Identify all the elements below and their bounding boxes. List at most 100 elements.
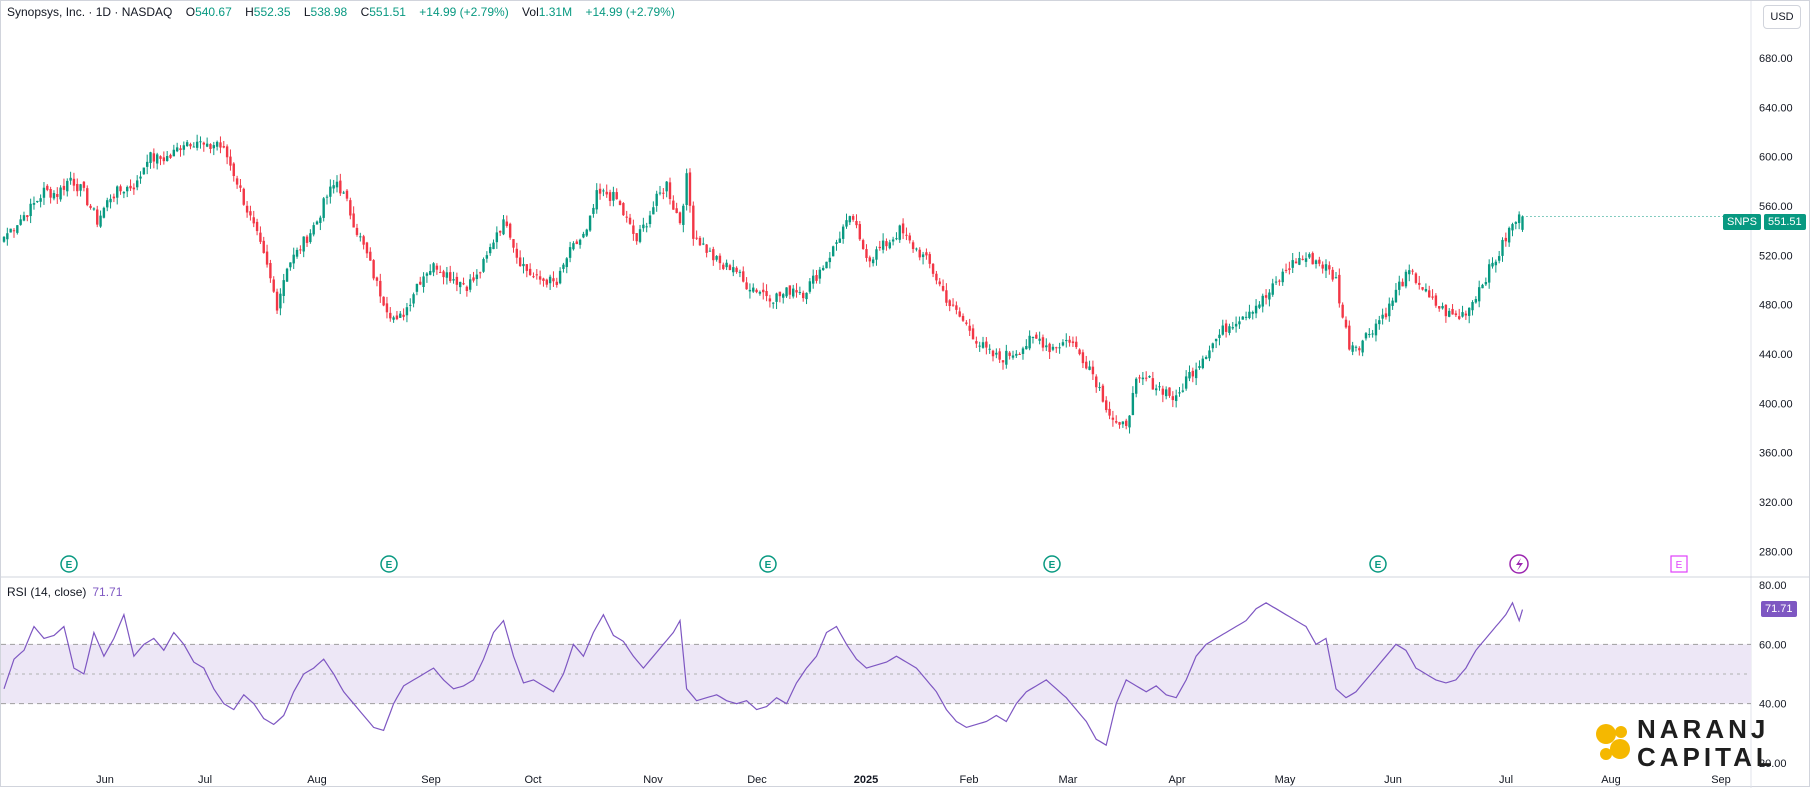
candle-body <box>1511 224 1514 231</box>
candle-body <box>405 307 409 316</box>
candle-body <box>335 181 339 188</box>
candle-body <box>52 193 56 199</box>
candle-body <box>42 187 46 198</box>
candle-body <box>1354 346 1358 348</box>
time-axis-label: Mar <box>1059 774 1078 786</box>
symbol-price-tag: SNPS <box>1723 214 1761 230</box>
candle-body <box>1261 295 1264 307</box>
high-label: H <box>245 5 254 19</box>
candle-body <box>1251 312 1254 314</box>
price-tick-label: 320.00 <box>1759 497 1793 509</box>
candle-body <box>915 248 918 250</box>
naranj-capital-logo: NARANJ CAPITAL <box>1593 715 1793 771</box>
candle-body <box>126 186 129 192</box>
candle-body <box>921 254 925 258</box>
rsi-value-tag: 71.71 <box>1761 601 1797 617</box>
candle-body <box>19 219 22 225</box>
candle-body <box>16 225 19 233</box>
candle-body <box>911 242 915 250</box>
candle-body <box>1161 388 1165 395</box>
candle-body <box>439 272 442 274</box>
candle-body <box>1144 377 1148 379</box>
candle-body <box>1148 376 1151 378</box>
candle-body <box>718 255 722 264</box>
candle-body <box>1135 378 1138 394</box>
candle-body <box>152 153 156 162</box>
candle-body <box>1461 312 1464 317</box>
candle-body <box>991 350 995 357</box>
candle-body <box>602 190 605 192</box>
candle-body <box>395 315 399 320</box>
candle-body <box>1088 366 1091 370</box>
candle-body <box>1005 350 1008 365</box>
candle-body <box>941 285 945 291</box>
candle-body <box>325 196 329 198</box>
candle-body <box>182 145 186 150</box>
candle-body <box>1208 350 1211 359</box>
candle-body <box>818 269 822 279</box>
candle-body <box>1311 253 1314 265</box>
candle-body <box>465 286 469 291</box>
candle-body <box>462 283 465 285</box>
vol-label: Vol <box>522 5 539 19</box>
time-axis-label: Sep <box>1711 774 1731 786</box>
candle-body <box>1025 346 1028 350</box>
candle-body <box>1244 316 1248 318</box>
candle-body <box>175 147 179 152</box>
candle-body <box>1011 355 1015 358</box>
time-axis-label: Aug <box>1601 774 1621 786</box>
candle-body <box>898 225 901 240</box>
candle-body <box>1334 277 1338 279</box>
time-axis-label: Feb <box>960 774 979 786</box>
price-tick-label: 360.00 <box>1759 448 1793 460</box>
candle-body <box>638 229 642 242</box>
earnings-marker-letter: E <box>1375 560 1382 571</box>
candle-body <box>478 272 482 274</box>
candle-body <box>945 290 948 303</box>
candle-body <box>76 183 79 192</box>
candle-body <box>625 216 628 218</box>
price-chart-svg[interactable]: 680.00 640.00 600.00 560.00 520.00 480.00 440.… <box>1 1 1810 788</box>
candle-body <box>772 302 775 304</box>
rsi-legend: RSI (14, close) 71.71 <box>7 585 122 599</box>
price-tick-label: 480.00 <box>1759 300 1793 312</box>
candle-body <box>242 188 245 205</box>
candle-body <box>1085 361 1088 369</box>
candle-body <box>925 252 928 256</box>
candle-body <box>1451 308 1454 315</box>
candle-body <box>136 180 139 188</box>
candle-body <box>22 215 26 221</box>
candle-body <box>409 304 412 306</box>
candle-body <box>765 290 768 297</box>
candle-body <box>831 246 835 257</box>
currency-button[interactable]: USD <box>1763 5 1801 29</box>
candle-body <box>1358 348 1361 351</box>
candle-body <box>1081 352 1085 364</box>
candle-body <box>1015 353 1018 356</box>
candle-body <box>782 294 785 298</box>
candle-body <box>89 205 92 208</box>
candle-body <box>482 259 485 272</box>
candle-body <box>1491 262 1494 267</box>
candle-body <box>605 191 608 195</box>
candle-body <box>1288 268 1291 270</box>
candle-body <box>495 232 499 243</box>
candle-body <box>891 239 895 242</box>
candle-body <box>1181 390 1185 392</box>
candle-body <box>139 176 142 179</box>
candle-body <box>678 212 682 224</box>
candle-body <box>565 258 568 268</box>
candle-body <box>488 247 492 254</box>
candle-body <box>995 352 998 355</box>
candle-body <box>1171 396 1175 401</box>
candle-body <box>1301 258 1304 260</box>
candle-body <box>252 217 255 224</box>
candle-body <box>668 182 672 199</box>
candle-body <box>1095 376 1098 388</box>
candle-body <box>155 154 159 164</box>
candle-body <box>985 341 988 348</box>
candle-body <box>808 281 812 292</box>
candle-body <box>9 228 12 233</box>
candle-body <box>728 265 732 270</box>
candle-body <box>1168 387 1171 396</box>
